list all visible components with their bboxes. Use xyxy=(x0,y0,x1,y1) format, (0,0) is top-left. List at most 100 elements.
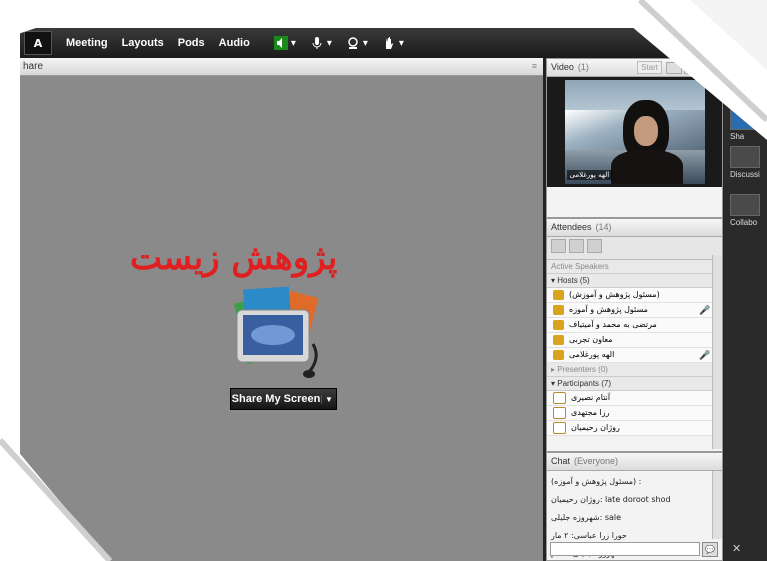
attendee-row[interactable]: روژان رحیمیان xyxy=(547,421,722,436)
attendees-toolbar xyxy=(547,237,722,260)
speaker-button[interactable]: ▾ xyxy=(273,36,296,50)
video-person-body xyxy=(610,150,683,184)
layout-sharing[interactable]: Sha xyxy=(730,108,766,141)
chat-message: شهروزه جلیلی: sale xyxy=(551,513,622,522)
toolbar-icons: ▾ ▾ ▾ ▾ xyxy=(273,36,404,50)
video-pod-count: (1) xyxy=(577,62,589,72)
raise-hand-button[interactable]: ▾ xyxy=(382,36,404,50)
host-icon xyxy=(553,305,564,315)
attendee-grid-view-icon[interactable] xyxy=(569,239,584,253)
adobe-logo: A xyxy=(24,31,52,55)
attendee-name: (مسئول پژوهش و آموزش) xyxy=(569,290,660,299)
main-menu: Meeting Layouts Pods Audio xyxy=(66,37,250,49)
attendee-settings-icon[interactable] xyxy=(587,239,602,253)
layout-discussion-label: Discussi xyxy=(730,170,760,179)
attendee-name: مرتضی به محمد و آمیتیاف xyxy=(569,320,657,329)
overlay-title-text: پژوهش زیست xyxy=(130,238,338,278)
top-menu-bar: A Meeting Layouts Pods Audio ▾ ▾ ▾ ▾ i xyxy=(20,28,767,58)
menu-pods[interactable]: Pods xyxy=(178,37,205,49)
attendee-name: روژان رحیمیان xyxy=(571,423,620,432)
video-view-buttons xyxy=(666,62,718,74)
video-feed-area: الهه پورغلامی xyxy=(547,77,722,187)
share-my-screen-label: Share My Screen xyxy=(231,393,321,405)
attendee-name: الهه پورغلامی xyxy=(569,350,615,359)
attendee-row[interactable]: معاون تجربی xyxy=(547,333,722,348)
participant-icon xyxy=(553,392,566,404)
start-video-button[interactable]: Start xyxy=(637,61,662,74)
chat-scrollbar[interactable] xyxy=(712,471,722,539)
video-pod: Video (1) Start الهه پورغلامی xyxy=(546,58,723,218)
list-view-icon[interactable] xyxy=(684,62,700,74)
layout-collaboration-thumbnail xyxy=(730,194,760,216)
attendee-row[interactable]: مرتضی به محمد و آمیتیاف xyxy=(547,318,722,333)
chat-message: (مسئول پژوهش و آموزه) : xyxy=(551,477,642,486)
tools-icon[interactable]: ✕ xyxy=(732,542,741,555)
attendees-pod: Attendees (14) Active Speakers ▾ Hosts (5… xyxy=(546,218,723,452)
hosts-label: Hosts (5) xyxy=(557,276,590,285)
attendee-row[interactable]: رزا مجتهدی xyxy=(547,406,722,421)
hosts-section-header[interactable]: ▾ Hosts (5) xyxy=(547,274,722,288)
webcam-icon xyxy=(348,37,358,49)
video-person-face xyxy=(633,116,658,146)
webcam-button[interactable]: ▾ xyxy=(346,36,368,50)
menu-layouts[interactable]: Layouts xyxy=(122,37,164,49)
video-pod-header: Video (1) Start xyxy=(547,59,722,77)
pod-options-icon[interactable]: ≡ xyxy=(532,58,537,75)
microphone-active-icon: 🎤 xyxy=(699,306,711,316)
attendee-row[interactable]: آنتام نصیری xyxy=(547,391,722,406)
speaker-icon xyxy=(273,36,288,50)
share-screen-illustration xyxy=(234,286,319,378)
participant-icon xyxy=(553,422,566,434)
chat-input[interactable] xyxy=(550,542,700,556)
attendees-pod-header: Attendees (14) xyxy=(547,219,722,237)
chevron-down-icon[interactable]: ▼ xyxy=(321,394,336,404)
attendees-scrollbar[interactable] xyxy=(712,255,722,449)
layout-discussion[interactable]: Discussi xyxy=(730,146,766,179)
participant-icon xyxy=(553,407,566,419)
chat-message: روژان رحیمیان: late doroot shod xyxy=(551,495,671,504)
chat-scope: (Everyone) xyxy=(574,456,619,466)
attendee-name: معاون تجربی xyxy=(569,335,613,344)
menu-meeting[interactable]: Meeting xyxy=(66,37,108,49)
share-my-screen-button[interactable]: Share My Screen ▼ xyxy=(230,388,337,410)
microphone-button[interactable]: ▾ xyxy=(310,36,332,50)
host-icon xyxy=(553,320,564,330)
attendees-count: (14) xyxy=(595,222,612,232)
presenters-section-header[interactable]: ▸ Presenters (0) xyxy=(547,363,722,377)
webcam-video: الهه پورغلامی xyxy=(564,80,705,184)
layout-collaboration-label: Collabo xyxy=(730,218,758,227)
start-video-label: Start xyxy=(641,63,658,72)
help-icon[interactable]: i xyxy=(670,35,683,48)
layout-sharing-thumbnail xyxy=(730,108,760,130)
attendee-name: رزا مجتهدی xyxy=(571,408,610,417)
right-pods-column: Video (1) Start الهه پورغلامی Attendees (1… xyxy=(546,58,723,561)
host-icon xyxy=(553,350,564,360)
menu-audio[interactable]: Audio xyxy=(219,37,250,49)
chat-pod-title: Chat xyxy=(551,456,571,466)
attendee-name: مسئول پژوهش و آموزه xyxy=(569,305,648,314)
host-icon xyxy=(553,335,564,345)
attendee-row[interactable]: مسئول پژوهش و آموزه 🎤 xyxy=(547,303,722,318)
chat-pod: Chat (Everyone) (مسئول پژوهش و آموزه) : ر… xyxy=(546,452,723,561)
video-pod-title: Video xyxy=(551,62,574,72)
grid-view-icon[interactable] xyxy=(666,62,682,74)
active-speakers-row: Active Speakers xyxy=(547,260,722,274)
chat-pod-header: Chat (Everyone) xyxy=(547,453,722,471)
attendee-row[interactable]: الهه پورغلامی 🎤 xyxy=(547,348,722,363)
participants-section-header[interactable]: ▾ Participants (7) xyxy=(547,377,722,391)
attendee-list-view-icon[interactable] xyxy=(551,239,566,253)
app-window: A Meeting Layouts Pods Audio ▾ ▾ ▾ ▾ i h… xyxy=(20,28,767,561)
layout-collaboration[interactable]: Collabo xyxy=(730,194,766,227)
attendee-row[interactable]: (مسئول پژوهش و آموزش) xyxy=(547,288,722,303)
layout-sharing-label: Sha xyxy=(730,132,745,141)
host-icon xyxy=(553,290,564,300)
send-message-button[interactable]: 💬 xyxy=(702,542,718,557)
share-pod: hare ≡ پژوهش زیست Share My Screen ▼ xyxy=(20,58,543,561)
attendees-pod-title: Attendees xyxy=(551,222,592,232)
attendee-name: آنتام نصیری xyxy=(571,393,611,402)
participants-label: Participants (7) xyxy=(557,379,612,388)
share-pod-title: hare ≡ xyxy=(20,58,543,76)
layout-discussion-thumbnail xyxy=(730,146,760,168)
hand-icon xyxy=(385,37,393,49)
fullscreen-icon[interactable] xyxy=(702,62,718,74)
